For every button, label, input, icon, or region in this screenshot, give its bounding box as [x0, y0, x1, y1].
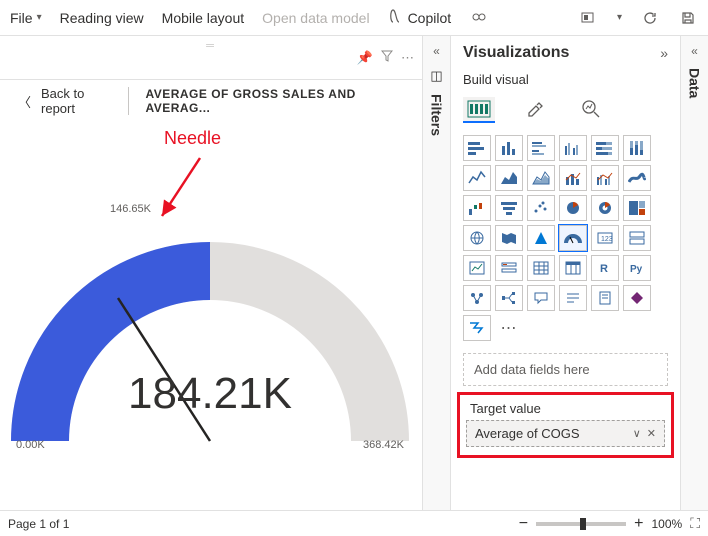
filters-pane-collapsed[interactable]: « ◫ Filters [422, 36, 450, 510]
pin-icon[interactable]: 📌 [357, 50, 373, 66]
data-pane-collapsed[interactable]: « Data [680, 36, 708, 510]
save-icon[interactable] [678, 8, 698, 28]
funnel-icon[interactable] [495, 195, 523, 221]
clustered-bar-icon[interactable] [527, 135, 555, 161]
visual-title: AVERAGE OF GROSS SALES AND AVERAG... [128, 87, 404, 115]
zoom-out-button[interactable]: − [519, 515, 528, 533]
expand-filters-icon[interactable]: « [433, 44, 440, 58]
tab-format-visual[interactable] [519, 97, 551, 123]
ribbon-chart-icon[interactable] [623, 165, 651, 191]
azure-map-icon[interactable] [527, 225, 555, 251]
canvas-header: ═ 📌 ⋯ [0, 36, 422, 80]
copilot-icon [388, 8, 404, 27]
data-label: Data [687, 68, 703, 98]
refresh-icon[interactable] [640, 8, 660, 28]
stacked-column-icon[interactable] [495, 135, 523, 161]
power-apps-icon[interactable] [623, 285, 651, 311]
drag-grip-icon[interactable]: ═ [206, 40, 216, 52]
copilot-button[interactable]: Copilot [388, 8, 452, 27]
clustered-column-icon[interactable] [559, 135, 587, 161]
filters-label: Filters [429, 94, 445, 136]
map-icon[interactable] [463, 225, 491, 251]
py-visual-icon[interactable]: Py [623, 255, 651, 281]
target-value-section: Target value Average of COGS ∨ ✕ [457, 392, 674, 458]
tab-analytics[interactable] [575, 97, 607, 123]
multi-row-card-icon[interactable] [623, 225, 651, 251]
annotation-needle-label: Needle [164, 128, 221, 149]
kpi-icon[interactable] [463, 255, 491, 281]
zoom-control: − + 100% [519, 515, 682, 533]
line-stacked-column-icon[interactable] [559, 165, 587, 191]
visualizations-title: Visualizations [463, 44, 569, 62]
power-automate-icon[interactable] [463, 315, 491, 341]
target-value-label: Target value [466, 399, 665, 420]
view-options-chevron-icon[interactable]: ▾ [617, 12, 622, 23]
r-visual-icon[interactable]: R [591, 255, 619, 281]
filter-icon[interactable] [381, 50, 393, 66]
gauge-max-label: 368.42K [363, 439, 404, 451]
scatter-icon[interactable] [527, 195, 555, 221]
fit-to-page-icon[interactable]: ⛶ [690, 515, 700, 532]
filters-bar-icon: ◫ [430, 68, 442, 84]
svg-text:Py: Py [630, 264, 643, 275]
gauge-visual[interactable]: 146.65K 184.21K 0.00K 368.42K [10, 211, 410, 471]
key-influencers-icon[interactable] [463, 285, 491, 311]
collapse-visualizations-icon[interactable]: » [660, 45, 668, 61]
more-icon[interactable]: ⋯ [401, 50, 414, 66]
target-value-field-pill[interactable]: Average of COGS ∨ ✕ [466, 420, 665, 447]
filled-map-icon[interactable] [495, 225, 523, 251]
gauge-icon[interactable] [559, 225, 587, 251]
back-to-report-button[interactable]: 〈 Back to report [18, 86, 114, 116]
reading-view-button[interactable]: Reading view [60, 10, 144, 26]
status-bar: Page 1 of 1 − + 100% ⛶ [0, 510, 708, 536]
decomposition-tree-icon[interactable] [495, 285, 523, 311]
svg-text:123: 123 [601, 236, 613, 243]
mobile-layout-button[interactable]: Mobile layout [162, 10, 245, 26]
remove-field-icon[interactable]: ✕ [647, 427, 656, 440]
view-options-icon[interactable] [579, 8, 599, 28]
matrix-icon[interactable] [559, 255, 587, 281]
add-data-fields-well[interactable]: Add data fields here [463, 353, 668, 386]
expand-data-icon[interactable]: « [691, 44, 698, 58]
chevron-left-icon: 〈 [18, 92, 31, 111]
gauge-target-value-label: 146.65K [110, 203, 151, 215]
treemap-icon[interactable] [623, 195, 651, 221]
report-canvas: ═ 📌 ⋯ 〈 Back to report AVERAGE OF GROSS … [0, 36, 422, 510]
page-indicator[interactable]: Page 1 of 1 [8, 517, 69, 531]
build-visual-label: Build visual [451, 70, 680, 93]
stacked-column-100-icon[interactable] [623, 135, 651, 161]
slicer-icon[interactable] [495, 255, 523, 281]
stacked-area-icon[interactable] [527, 165, 555, 191]
gauge-min-label: 0.00K [16, 439, 45, 451]
donut-icon[interactable] [591, 195, 619, 221]
line-chart-icon[interactable] [463, 165, 491, 191]
open-data-model-button: Open data model [262, 10, 369, 26]
qa-visual-icon[interactable] [527, 285, 555, 311]
visual-type-gallery: 123 R Py ⋯ [451, 131, 680, 345]
find-icon[interactable] [469, 8, 489, 28]
zoom-slider[interactable] [536, 522, 626, 526]
stacked-bar-icon[interactable] [463, 135, 491, 161]
tab-build-visual[interactable] [463, 97, 495, 123]
smart-narrative-icon[interactable] [559, 285, 587, 311]
card-icon[interactable]: 123 [591, 225, 619, 251]
chevron-down-icon[interactable]: ∨ [633, 427, 641, 440]
gauge-center-value: 184.21K [10, 369, 410, 419]
waterfall-icon[interactable] [463, 195, 491, 221]
pie-icon[interactable] [559, 195, 587, 221]
stacked-bar-100-icon[interactable] [591, 135, 619, 161]
visualizations-pane: Visualizations » Build visual [450, 36, 680, 510]
zoom-in-button[interactable]: + [634, 515, 643, 533]
table-icon[interactable] [527, 255, 555, 281]
svg-text:R: R [600, 263, 608, 275]
get-more-visuals-icon[interactable]: ⋯ [495, 315, 523, 341]
top-toolbar: File▾ Reading view Mobile layout Open da… [0, 0, 708, 36]
zoom-percent: 100% [651, 517, 682, 531]
area-chart-icon[interactable] [495, 165, 523, 191]
line-clustered-column-icon[interactable] [591, 165, 619, 191]
file-menu[interactable]: File▾ [10, 10, 42, 26]
paginated-report-icon[interactable] [591, 285, 619, 311]
